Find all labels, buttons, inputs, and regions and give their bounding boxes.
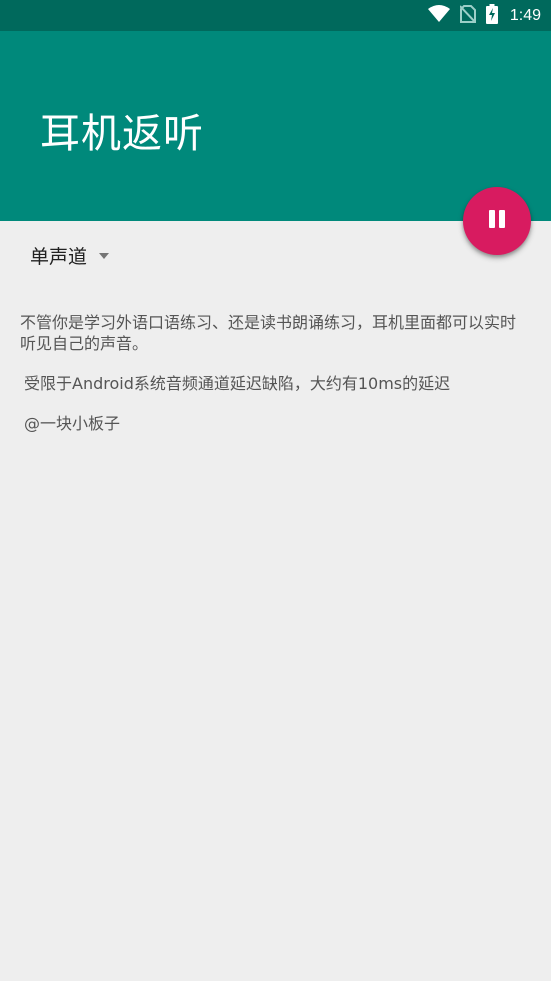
battery-charging-icon (485, 3, 498, 28)
latency-note: 受限于Android系统音频通道延迟缺陷，大约有10ms的延迟 (24, 374, 451, 393)
status-time: 1:49 (509, 6, 541, 24)
description-text: 不管你是学习外语口语练习、还是读书朗诵练习，耳机里面都可以实时听见自己的声音。 (20, 313, 517, 353)
pause-icon (488, 210, 506, 232)
app-title: 耳机返听 (40, 111, 204, 157)
channel-spinner[interactable]: 单声道 (30, 236, 110, 274)
no-sim-icon (459, 4, 477, 27)
author-credit: @一块小板子 (24, 414, 121, 433)
wifi-icon (427, 4, 450, 27)
dropdown-arrow-icon (99, 253, 110, 259)
status-bar: 1:49 (0, 0, 551, 31)
channel-spinner-value: 单声道 (30, 245, 88, 268)
status-icons: 1:49 (427, 0, 541, 31)
pause-button[interactable] (463, 187, 531, 255)
